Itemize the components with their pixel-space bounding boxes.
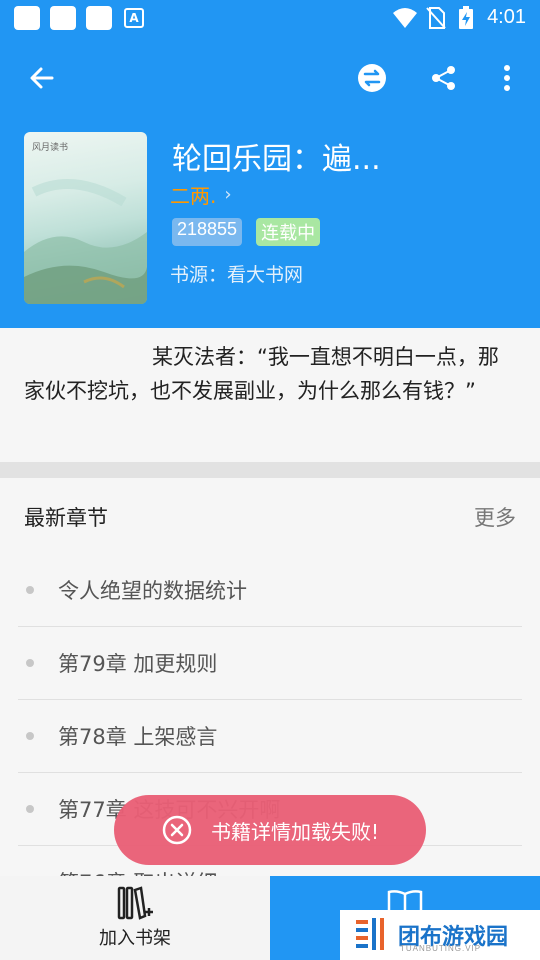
battery-charging-icon	[459, 6, 473, 29]
chapter-title: 令人绝望的数据统计	[58, 579, 247, 603]
share-button[interactable]	[422, 56, 466, 100]
more-options-button[interactable]	[485, 56, 529, 100]
book-badges: 218855 连载中	[172, 218, 321, 246]
add-to-shelf-button[interactable]: 加入书架	[0, 876, 270, 960]
bookshelf-add-icon	[117, 886, 153, 920]
cover-landscape-art	[24, 179, 147, 304]
book-intro: 某灭法者：“我一直想不明白一点，那家伙不挖坑，也不发展副业，为什么那么有钱？”	[0, 328, 540, 462]
notification-app-icon	[50, 6, 76, 30]
book-source[interactable]: 书源：看大书网	[170, 260, 303, 287]
arrow-left-icon	[30, 67, 54, 89]
notification-app-icon	[86, 6, 112, 30]
chapter-list-item[interactable]: 第79章 加更规则	[18, 627, 522, 700]
word-count-badge: 218855	[172, 218, 243, 246]
book-author-link[interactable]: 二两. ›	[170, 180, 232, 209]
chapter-title: 第79章 加更规则	[58, 652, 218, 676]
bullet-icon	[26, 805, 34, 813]
status-time: 4:01	[487, 6, 526, 28]
section-divider	[0, 462, 540, 478]
latest-chapters-heading: 最新章节	[24, 506, 108, 530]
bullet-icon	[26, 586, 34, 594]
bullet-icon	[26, 732, 34, 740]
author-name: 二两.	[170, 184, 217, 208]
site-watermark: 团布游戏园 TUANBUTING.VIP	[340, 910, 540, 960]
watermark-logo-icon	[356, 918, 384, 950]
toolbar	[0, 36, 540, 120]
status-bar: A 4:01	[0, 0, 540, 36]
no-sim-icon	[426, 7, 446, 29]
watermark-subtext: TUANBUTING.VIP	[400, 944, 482, 953]
change-source-button[interactable]	[350, 56, 394, 100]
chapter-title: 第76章 取出详细	[58, 867, 217, 876]
back-button[interactable]	[20, 56, 64, 100]
change-source-icon	[358, 64, 386, 92]
book-header: 风月读书 轮回乐园：遍... 二两. › 218855 连载中 书源：看大书网	[0, 120, 540, 328]
chapter-title: 第78章 上架感言	[58, 725, 218, 749]
bullet-icon	[26, 659, 34, 667]
share-icon	[432, 66, 455, 90]
more-chapters-button[interactable]: 更多	[474, 502, 516, 532]
notification-app-icon	[14, 6, 40, 30]
more-vert-icon	[504, 65, 510, 91]
chapter-list-item[interactable]: 第78章 上架感言	[18, 700, 522, 773]
chevron-right-icon: ›	[224, 184, 232, 205]
accessibility-a-icon: A	[124, 8, 144, 28]
status-badge: 连载中	[256, 218, 321, 246]
chapter-list-item[interactable]: 令人绝望的数据统计	[18, 554, 522, 627]
error-toast: 书籍详情加载失败!	[114, 795, 426, 865]
add-to-shelf-label: 加入书架	[99, 928, 171, 949]
close-circle-icon	[162, 815, 192, 845]
book-title: 轮回乐园：遍...	[172, 142, 381, 177]
book-cover-image[interactable]: 风月读书	[24, 132, 147, 304]
wifi-icon	[393, 8, 417, 28]
toast-message: 书籍详情加载失败!	[210, 819, 380, 844]
